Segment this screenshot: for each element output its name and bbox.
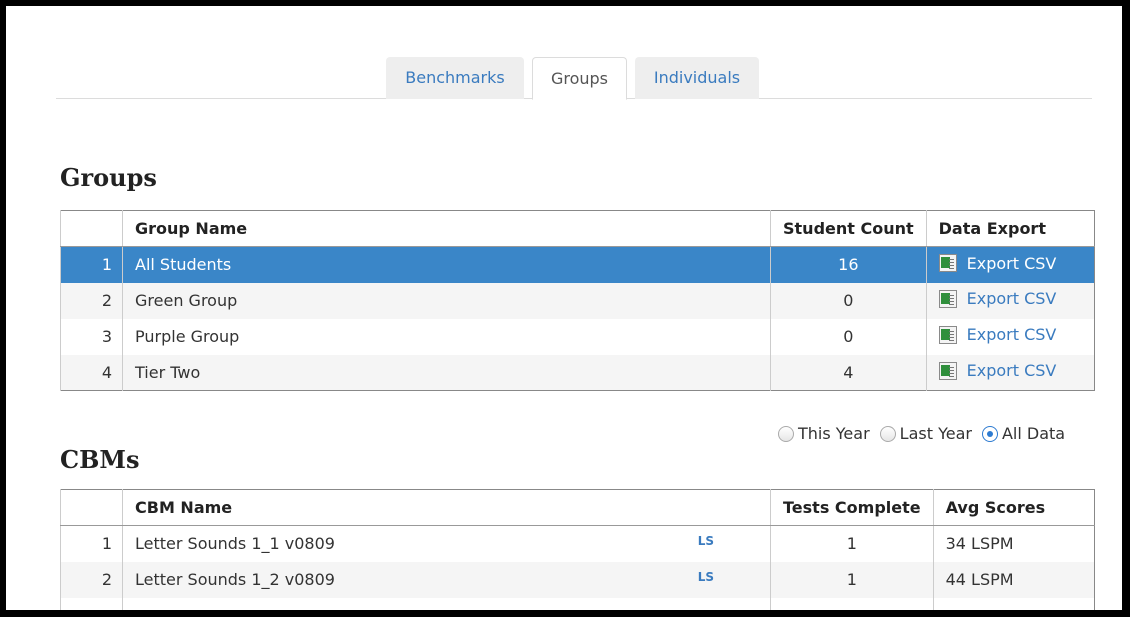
table-row[interactable]: 2 Green Group 0 Export CSV <box>60 282 1095 319</box>
row-index: 3 <box>60 318 123 355</box>
export-csv-link[interactable]: Export CSV <box>938 289 1057 309</box>
cbm-tag: LS <box>697 534 714 549</box>
export-csv-link[interactable]: Export CSV <box>938 361 1057 380</box>
spreadsheet-icon <box>938 325 957 344</box>
radio-label: All Data <box>1001 424 1066 443</box>
cbm-name[interactable]: Letter Sounds 1_1 v0809 <box>135 534 335 553</box>
group-name[interactable]: Purple Group <box>122 318 771 355</box>
avg-score <box>932 597 1095 610</box>
student-count: 16 <box>770 246 927 283</box>
export-cell: Export CSV <box>925 318 1095 355</box>
cbm-name-cell <box>122 597 771 610</box>
row-index: 2 <box>60 282 123 319</box>
spreadsheet-icon <box>938 254 957 272</box>
export-cell: Export CSV <box>925 354 1095 391</box>
row-index: 4 <box>60 354 123 391</box>
tab-bar: Benchmarks Groups Individuals <box>56 50 1092 100</box>
row-index: 1 <box>60 246 123 283</box>
export-csv-label: Export CSV <box>966 361 1057 380</box>
export-csv-label: Export CSV <box>966 253 1057 273</box>
export-csv-link[interactable]: Export CSV <box>938 253 1057 273</box>
radio-button[interactable] <box>879 425 896 442</box>
export-csv-label: Export CSV <box>966 325 1057 345</box>
cbms-table: CBM Name Tests Complete Avg Scores 1 Let… <box>60 489 1095 610</box>
cbms-header-row: CBM Name Tests Complete Avg Scores <box>60 489 1095 526</box>
student-count: 4 <box>770 354 927 391</box>
groups-header-row: Group Name Student Count Data Export <box>60 210 1095 247</box>
page-frame: Benchmarks Groups Individuals Groups Gro… <box>6 6 1122 610</box>
table-row[interactable]: 4 Tier Two 4 Export CSV <box>60 354 1095 391</box>
group-name[interactable]: Tier Two <box>122 354 771 391</box>
export-csv-label: Export CSV <box>966 289 1057 309</box>
radio-label: This Year <box>798 424 870 443</box>
time-filter: This Year Last Year All Data <box>778 424 1065 443</box>
avg-score: 44 LSPM <box>932 561 1095 598</box>
cbms-header-tests: Tests Complete <box>770 489 934 526</box>
groups-heading: Groups <box>60 163 157 192</box>
tests-complete: 1 <box>770 561 934 598</box>
export-csv-link[interactable]: Export CSV <box>938 325 1057 345</box>
export-cell: Export CSV <box>925 282 1095 319</box>
cbms-header-index <box>60 489 123 526</box>
radio-button-selected[interactable] <box>981 425 998 442</box>
table-row[interactable]: 3 Purple Group 0 Export CSV <box>60 318 1095 355</box>
tab-individuals[interactable]: Individuals <box>635 57 759 99</box>
cbm-tag: LS <box>697 570 714 584</box>
group-name[interactable]: Green Group <box>122 282 771 319</box>
row-index: 2 <box>60 561 123 598</box>
tests-complete <box>770 597 934 610</box>
cbms-header-name: CBM Name <box>122 489 771 526</box>
student-count: 0 <box>770 282 927 319</box>
cbms-heading: CBMs <box>60 445 140 474</box>
tab-groups[interactable]: Groups <box>532 57 627 100</box>
groups-header-export: Data Export <box>925 210 1095 247</box>
avg-score: 34 LSPM <box>932 525 1095 562</box>
tab-benchmarks[interactable]: Benchmarks <box>386 57 524 99</box>
groups-header-index <box>60 210 123 247</box>
table-row[interactable]: 2 Letter Sounds 1_2 v0809 LS 1 44 LSPM <box>60 561 1095 598</box>
cbm-name[interactable]: Letter Sounds 1_2 v0809 <box>135 570 335 589</box>
student-count: 0 <box>770 318 927 355</box>
radio-this-year[interactable]: This Year <box>778 424 870 443</box>
row-index: 1 <box>60 525 123 562</box>
radio-button[interactable] <box>778 425 794 442</box>
spreadsheet-icon <box>938 361 957 380</box>
cbms-header-avg: Avg Scores <box>932 489 1095 526</box>
row-index <box>60 597 123 610</box>
spreadsheet-icon <box>938 289 957 308</box>
radio-last-year[interactable]: Last Year <box>879 424 972 443</box>
export-cell: Export CSV <box>925 246 1095 283</box>
table-row[interactable]: 1 All Students 16 Export CSV <box>60 246 1095 283</box>
radio-all-data[interactable]: All Data <box>981 424 1066 443</box>
table-row <box>60 597 1095 610</box>
cbm-name-cell: Letter Sounds 1_2 v0809 LS <box>122 561 771 598</box>
groups-header-count: Student Count <box>770 210 927 247</box>
tests-complete: 1 <box>770 525 934 562</box>
cbm-name-cell: Letter Sounds 1_1 v0809 LS <box>122 525 771 562</box>
radio-label: Last Year <box>899 424 972 443</box>
groups-header-name: Group Name <box>122 210 771 247</box>
group-name[interactable]: All Students <box>122 246 771 283</box>
table-row[interactable]: 1 Letter Sounds 1_1 v0809 LS 1 34 LSPM <box>60 525 1095 562</box>
groups-table: Group Name Student Count Data Export 1 A… <box>60 210 1095 391</box>
